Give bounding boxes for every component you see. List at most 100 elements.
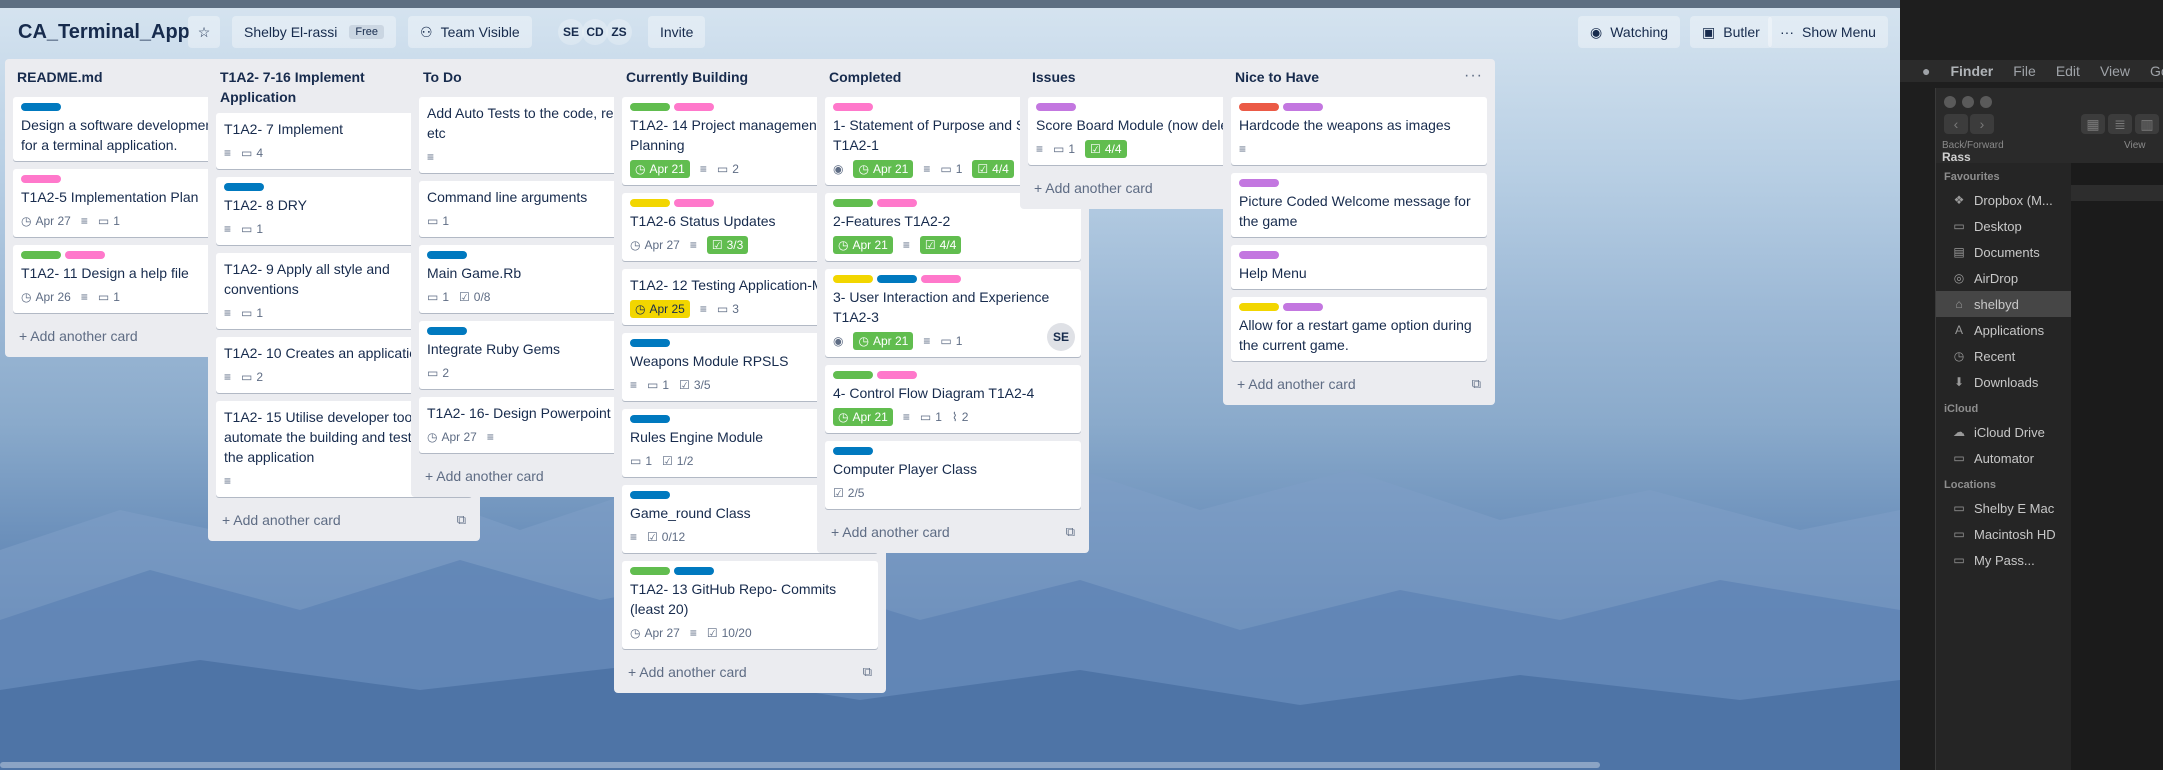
label-yellow[interactable] [833,275,873,283]
add-card-button[interactable]: + Add another card ⧉ [1231,369,1487,399]
due-date-badge[interactable]: ◷ Apr 21 [853,332,914,350]
label-blue[interactable] [630,339,670,347]
label-purple[interactable] [1283,303,1323,311]
label-green[interactable] [21,251,61,259]
selected-row[interactable] [2071,185,2163,201]
template-icon[interactable]: ⧉ [1066,524,1075,540]
template-icon[interactable]: ⧉ [863,664,872,680]
label-pink[interactable] [833,103,873,111]
list-title[interactable]: Issues [1032,67,1252,87]
list-menu-icon[interactable]: ··· [1464,67,1483,85]
horizontal-scrollbar[interactable] [0,762,1600,768]
sidebar-item[interactable]: ◎ AirDrop [1936,265,2071,291]
label-blue[interactable] [630,491,670,499]
card[interactable]: Picture Coded Welcome message for the ga… [1231,173,1487,237]
label-pink[interactable] [21,175,61,183]
visibility-button[interactable]: ⚇ Team Visible [408,14,532,50]
due-date-badge[interactable]: ◷ Apr 27 [427,430,477,444]
label-red[interactable] [1239,103,1279,111]
card[interactable]: Help Menu [1231,245,1487,289]
template-icon[interactable]: ⧉ [457,512,466,528]
label-purple[interactable] [1239,251,1279,259]
label-pink[interactable] [674,199,714,207]
due-date-badge[interactable]: ◷ Apr 27 [21,214,71,228]
label-yellow[interactable] [630,199,670,207]
invite-button[interactable]: Invite [648,14,706,50]
add-card-button[interactable]: + Add another card ⧉ [216,505,472,535]
star-button[interactable]: ☆ [188,14,220,50]
label-pink[interactable] [921,275,961,283]
label-blue[interactable] [833,447,873,455]
icon-view-icon[interactable]: ▦ [2081,114,2105,134]
team-button[interactable]: Shelby El-rassi Free [232,14,396,50]
sidebar-item[interactable]: ▭ Desktop [1936,213,2071,239]
label-blue[interactable] [674,567,714,575]
sidebar-item[interactable]: ⌂ shelbyd [1936,291,2071,317]
label-green[interactable] [630,567,670,575]
sidebar-item[interactable]: ▭ My Pass... [1936,547,2071,573]
label-yellow[interactable] [1239,303,1279,311]
label-blue[interactable] [224,183,264,191]
close-window-button[interactable] [1944,96,1956,108]
avatar[interactable]: SE [558,19,584,45]
menu-view[interactable]: View [2100,63,2130,79]
card[interactable]: Allow for a restart game option during t… [1231,297,1487,361]
list-title[interactable]: Completed [829,67,1049,87]
label-pink[interactable] [65,251,105,259]
label-purple[interactable] [1283,103,1323,111]
sidebar-item[interactable]: ⬇ Downloads [1936,369,2071,395]
board-title[interactable]: CA_Terminal_App [18,14,190,50]
menu-file[interactable]: File [2013,63,2036,79]
due-date-badge[interactable]: ◷ Apr 21 [833,408,893,426]
label-blue[interactable] [877,275,917,283]
add-card-button[interactable]: + Add another card ⧉ [622,657,878,687]
sidebar-item[interactable]: ▭ Automator [1936,445,2071,471]
sidebar-item[interactable]: ▤ Documents [1936,239,2071,265]
card[interactable]: 3- User Interaction and Experience T1A2-… [825,269,1081,357]
zoom-window-button[interactable] [1980,96,1992,108]
due-date-badge[interactable]: ◷ Apr 21 [833,236,893,254]
label-green[interactable] [630,103,670,111]
label-blue[interactable] [427,251,467,259]
menu-finder[interactable]: Finder [1950,63,1993,79]
label-pink[interactable] [877,199,917,207]
list-title[interactable]: T1A2- 7-16 Implement Application [220,67,440,107]
label-blue[interactable] [21,103,61,111]
card[interactable]: T1A2- 13 GitHub Repo- Commits (least 20)… [622,561,878,649]
list-title[interactable]: To Do [423,67,643,87]
due-date-badge[interactable]: ◷ Apr 21 [630,160,690,178]
sidebar-item[interactable]: ☁ iCloud Drive [1936,419,2071,445]
due-date-badge[interactable]: ◷ Apr 21 [853,160,914,178]
menu-go[interactable]: Go [2150,63,2163,79]
list-title[interactable]: Nice to Have [1235,67,1455,87]
sidebar-item[interactable]: ❖ Dropbox (M... [1936,187,2071,213]
sidebar-item[interactable]: ◷ Recent [1936,343,2071,369]
card[interactable]: Hardcode the weapons as images ≡ [1231,97,1487,165]
list-title[interactable]: README.md [17,67,237,87]
label-blue[interactable] [427,327,467,335]
show-menu-button[interactable]: ··· Show Menu [1768,14,1888,50]
sidebar-item[interactable]: ▭ Shelby E Mac [1936,495,2071,521]
sidebar-item[interactable]: ▭ Macintosh HD [1936,521,2071,547]
label-pink[interactable] [877,371,917,379]
card[interactable]: 4- Control Flow Diagram T1A2-4 ◷ Apr 21 ≡ ▭ 1… [825,365,1081,433]
label-blue[interactable] [630,415,670,423]
minimize-window-button[interactable] [1962,96,1974,108]
label-pink[interactable] [674,103,714,111]
label-green[interactable] [833,199,873,207]
due-date-badge[interactable]: ◷ Apr 25 [630,300,690,318]
due-date-badge[interactable]: ◷ Apr 26 [21,290,71,304]
list-title[interactable]: Currently Building [626,67,846,87]
template-icon[interactable]: ⧉ [1472,376,1481,392]
list-view-icon[interactable]: ≣ [2108,114,2132,134]
add-card-button[interactable]: + Add another card ⧉ [825,517,1081,547]
due-date-badge[interactable]: ◷ Apr 27 [630,626,680,640]
column-view-icon[interactable]: ▥ [2135,114,2159,134]
apple-icon[interactable]: ● [1922,63,1930,79]
card[interactable]: Computer Player Class ☑ 2/5 [825,441,1081,509]
card-member-avatar[interactable]: SE [1047,323,1075,351]
label-purple[interactable] [1239,179,1279,187]
forward-button[interactable]: › [1970,114,1994,134]
avatar[interactable]: ZS [606,19,632,45]
back-button[interactable]: ‹ [1944,114,1968,134]
